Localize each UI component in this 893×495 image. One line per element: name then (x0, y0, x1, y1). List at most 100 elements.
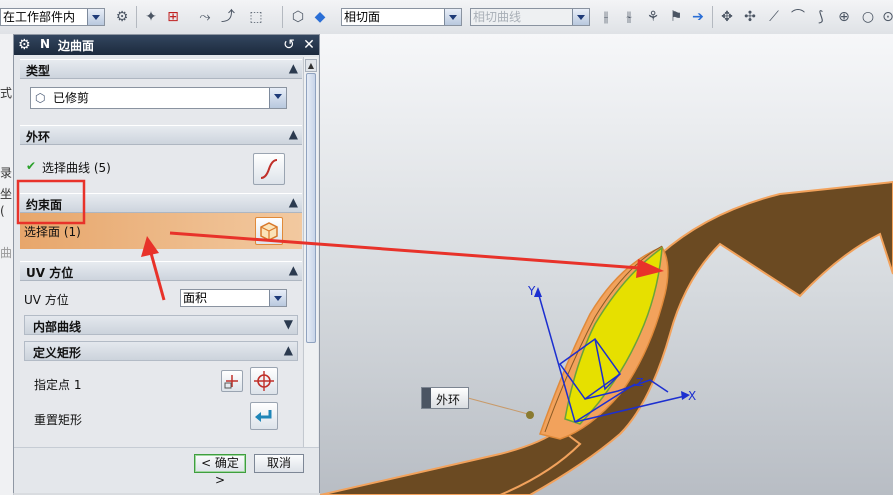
section-constraint-face-header[interactable]: 约束面 ▲ (20, 193, 302, 213)
gear-icon[interactable]: ⚙ (18, 36, 31, 54)
reset-rect-button[interactable] (250, 402, 278, 430)
crosshair-icon[interactable]: ⊕ (836, 9, 852, 25)
crosshair-icon (254, 371, 274, 391)
specify-point-button[interactable] (250, 367, 278, 395)
center-icon[interactable]: ⊙ (880, 9, 893, 25)
snap-icon[interactable]: ⊞ (165, 9, 181, 25)
point-dialog-icon (224, 375, 238, 389)
outer-loop-callout[interactable]: 外环 (421, 387, 469, 409)
section-outer-loop-header[interactable]: 外环 ▲ (20, 125, 302, 145)
curve-icon (260, 159, 278, 179)
hidden-nav-strip: 式 录 坐 ( 曲 (0, 34, 14, 495)
arc-icon[interactable]: ⌒ (790, 9, 806, 25)
graphics-viewport[interactable]: Y X Z (320, 34, 893, 495)
gear-cluster-icon[interactable]: ⚙ (114, 9, 130, 25)
strip-text: ( (0, 204, 5, 218)
inner-curves-label: 内部曲线 (33, 320, 82, 334)
dialog-title: 边曲面 (58, 39, 95, 53)
define-rect-header[interactable]: 定义矩形 ▲ (24, 341, 298, 361)
section-outer-loop-body: ✔ 选择曲线 (5) (20, 145, 302, 193)
grip-icon[interactable] (422, 388, 431, 408)
uv-orientation-label: UV 方位 (24, 293, 69, 307)
chevron-down-icon[interactable] (269, 290, 286, 306)
chevron-down-icon[interactable] (444, 9, 461, 25)
scroll-up-icon[interactable]: ▲ (305, 59, 317, 72)
cancel-button[interactable]: 取消 (254, 454, 304, 473)
n-badge-icon: N (40, 37, 51, 51)
ok-button[interactable]: < 确定 > (194, 454, 246, 487)
deselect-icon[interactable]: ⤴ (220, 9, 236, 25)
trimmed-surface-icon: ⬡ (35, 91, 46, 105)
strip-text: 录 (0, 166, 13, 180)
line-icon[interactable]: ⟋ (766, 9, 782, 25)
split-icon[interactable]: ⫲ (598, 9, 614, 25)
chevron-down-icon (572, 9, 589, 25)
section-uv-header[interactable]: UV 方位 ▲ (20, 261, 302, 281)
y-axis-label: Y (527, 284, 536, 298)
section-uv-label: UV 方位 (26, 266, 74, 280)
tree-icon[interactable]: ⚘ (645, 9, 661, 25)
chevron-up-icon[interactable]: ▲ (289, 263, 298, 277)
move-icon[interactable]: ✥ (719, 9, 735, 25)
filter-icon[interactable]: ✦ (143, 9, 159, 25)
rect-select-icon[interactable]: ⬚ (248, 9, 264, 25)
section-uv-body: UV 方位 面积 内部曲线 ▼ 定义矩形 ▲ 指定点 1 重置矩形 (20, 281, 302, 462)
section-type-body: ⬡ 已修剪 (20, 79, 302, 125)
chevron-up-icon[interactable]: ▲ (284, 343, 293, 357)
dialog-panel: 类型 ▲ ⬡ 已修剪 外环 ▲ ✔ 选择曲线 (5) 约束面 ▲ 选择面 (1)… (20, 57, 302, 462)
branch-icon[interactable]: ⫳ (621, 9, 637, 25)
curve-rule-select: 相切曲线 (470, 8, 590, 26)
type-select[interactable]: ⬡ 已修剪 (30, 87, 287, 109)
strip-text: 式 (0, 86, 13, 100)
reset-arrow-icon (255, 410, 272, 422)
close-icon[interactable]: ✕ (300, 36, 318, 54)
face-rule-value: 相切面 (344, 10, 381, 24)
chevron-down-icon[interactable] (269, 88, 286, 108)
chevron-down-icon[interactable] (87, 9, 104, 25)
chevron-up-icon[interactable]: ▲ (289, 61, 298, 75)
dialog-scrollbar[interactable]: ▲ ▼ (303, 57, 318, 462)
select-curve-button[interactable] (253, 153, 285, 185)
strip-text: 坐 (0, 187, 13, 201)
select-face-button[interactable] (255, 217, 283, 245)
curve-rule-value: 相切曲线 (473, 10, 522, 24)
part-scope-value: 在工作部件内 (3, 10, 76, 24)
snap-end-icon[interactable]: ✣ (742, 9, 758, 25)
strip-text: 曲 (0, 246, 13, 260)
edge-surface-dialog: ⚙ N 边曲面 ↺ ✕ 类型 ▲ ⬡ 已修剪 外环 ▲ ✔ 选择曲线 (5) 约… (13, 34, 320, 493)
specify-point-label: 指定点 1 (34, 378, 82, 392)
callout-leader (467, 397, 529, 415)
main-toolbar: 在工作部件内 ⚙ ✦ ⊞ ⤳ ⤴ ⬚ ⬡ ◆ 相切面 相切曲线 ⫲ ⫳ ⚘ ⚑ … (0, 0, 893, 35)
uv-orientation-select[interactable]: 面积 (180, 289, 287, 307)
dialog-titlebar[interactable]: ⚙ N 边曲面 ↺ ✕ (14, 35, 319, 55)
scroll-thumb[interactable] (306, 73, 316, 343)
tangent-icon[interactable]: ⟆ (813, 9, 829, 25)
network-icon[interactable]: ⚑ (668, 9, 684, 25)
inner-curves-header[interactable]: 内部曲线 ▼ (24, 315, 298, 335)
reset-icon[interactable]: ↺ (280, 36, 298, 54)
section-constraint-face-body[interactable]: 选择面 (1) (20, 213, 302, 249)
callout-anchor (526, 411, 534, 419)
check-icon: ✔ (26, 159, 37, 173)
define-rect-label: 定义矩形 (33, 346, 82, 360)
chevron-up-icon[interactable]: ▲ (289, 127, 298, 141)
part-scope-select[interactable]: 在工作部件内 (0, 8, 105, 26)
z-axis-label: Z (636, 376, 644, 389)
chevron-up-icon[interactable]: ▲ (289, 195, 298, 209)
point-dialog-button[interactable] (221, 370, 243, 392)
surface-model: Y X Z (320, 180, 893, 495)
section-outer-loop-label: 外环 (26, 130, 51, 144)
x-axis-label: X (688, 389, 696, 403)
chevron-down-icon[interactable]: ▼ (284, 317, 293, 331)
circle-icon[interactable]: ○ (860, 9, 876, 25)
type-value: 已修剪 (53, 91, 90, 105)
cube-icon[interactable]: ◆ (312, 9, 328, 25)
arrow-right-icon[interactable]: ➔ (690, 9, 706, 25)
section-type-header[interactable]: 类型 ▲ (20, 59, 302, 79)
face-rule-select[interactable]: 相切面 (341, 8, 462, 26)
select-chain-icon[interactable]: ⤳ (197, 9, 213, 25)
section-constraint-face-label: 约束面 (26, 198, 63, 212)
select-curve-label: 选择曲线 (5) (42, 161, 111, 175)
solid-icon[interactable]: ⬡ (290, 9, 306, 25)
callout-label: 外环 (436, 393, 461, 407)
